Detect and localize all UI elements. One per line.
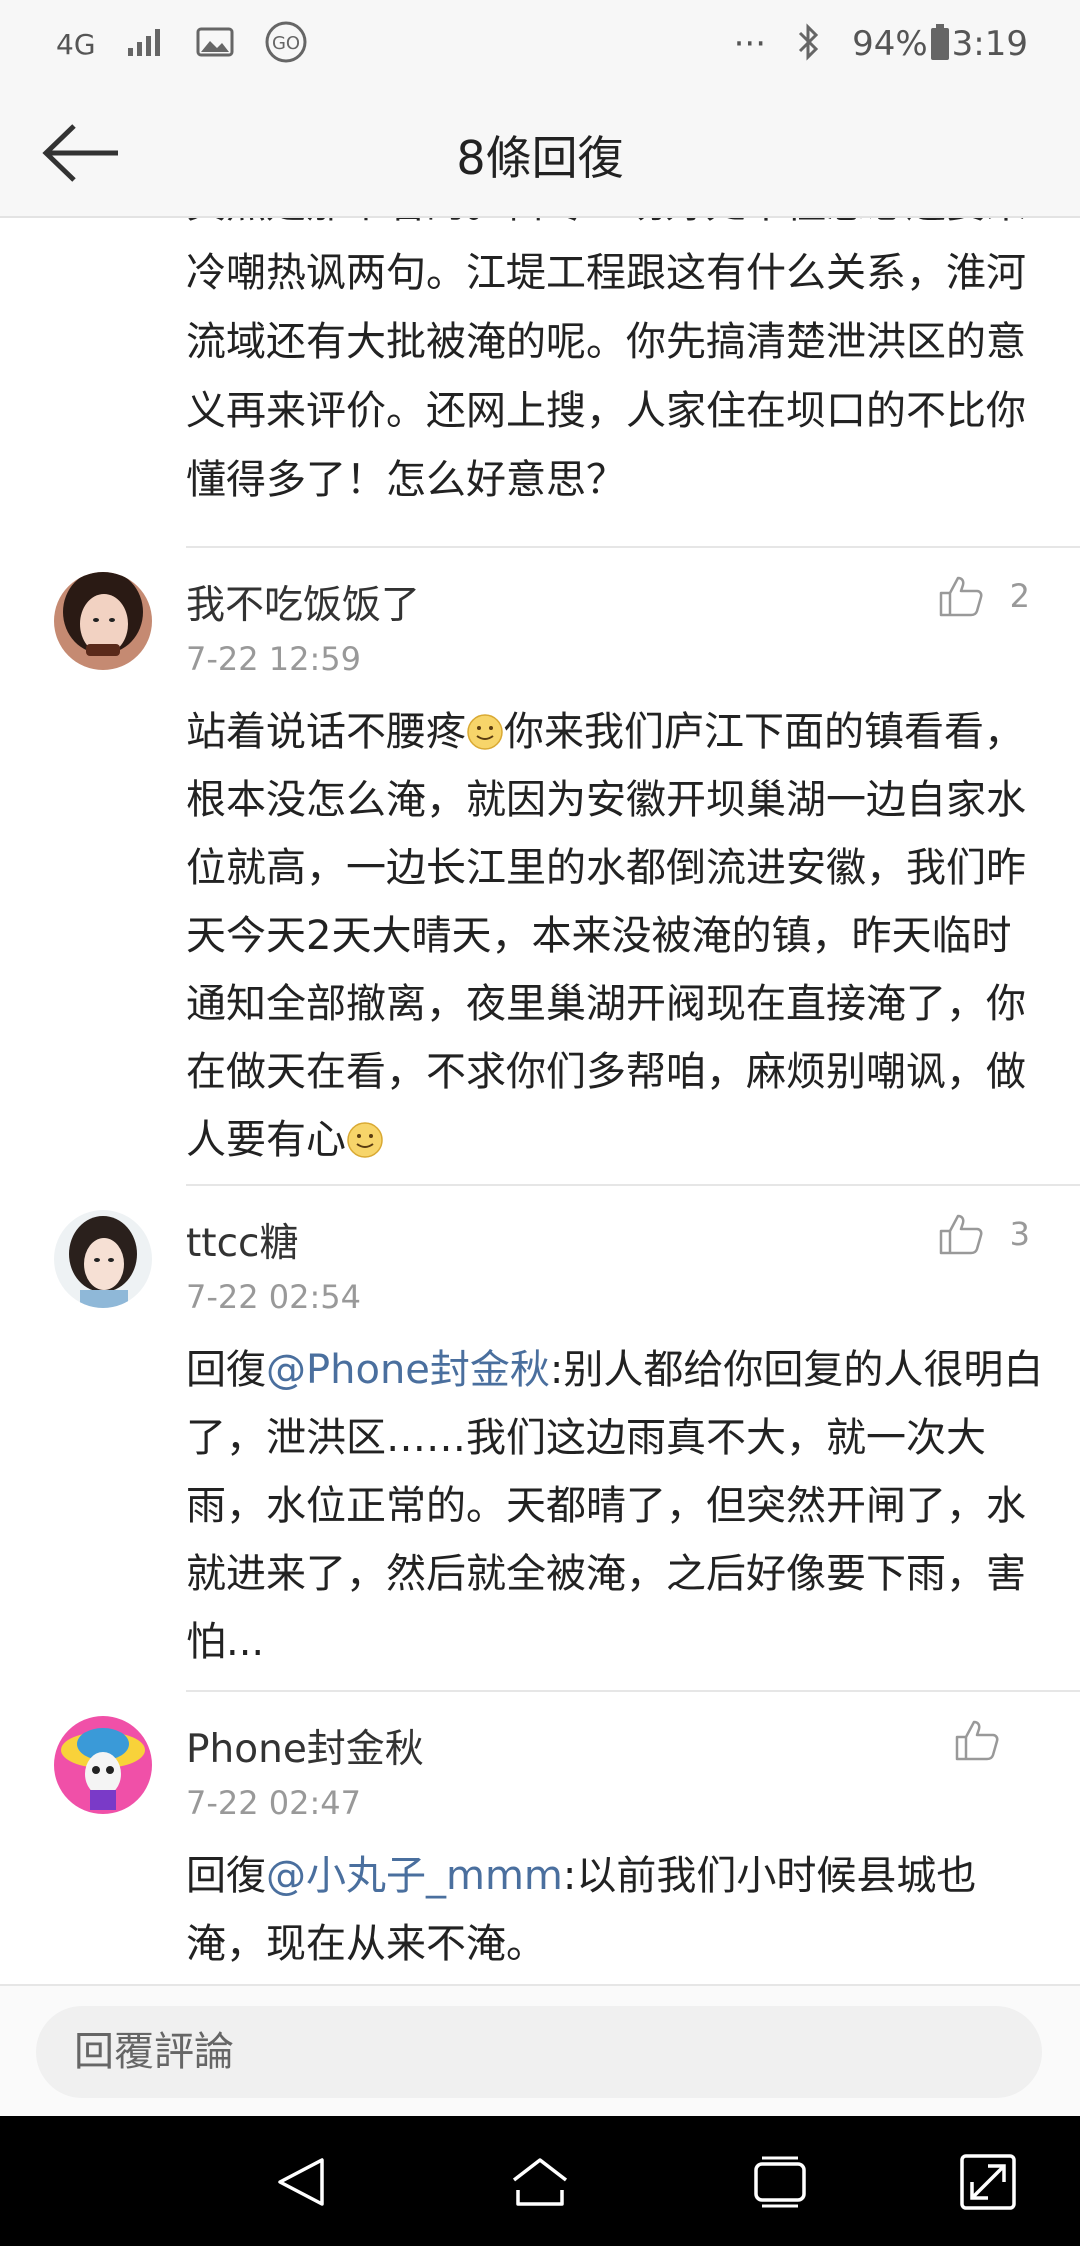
nav-home-button[interactable] bbox=[508, 2150, 572, 2214]
comment-time: 7-22 12:59 bbox=[186, 640, 362, 678]
partial-comment-text: 真然是那个看的。占尽一切好处不懂感恩还要来冷嘲热讽两句。江堤工程跟这有什么关系，… bbox=[186, 218, 1026, 503]
svg-text:GO: GO bbox=[271, 33, 299, 54]
like-button[interactable] bbox=[954, 1718, 1026, 1762]
clock: 3:19 bbox=[951, 24, 1028, 64]
bluetooth-icon bbox=[796, 23, 822, 65]
smiley-icon bbox=[347, 1122, 383, 1158]
nav-back-button[interactable] bbox=[270, 2150, 334, 2214]
like-count: 2 bbox=[1009, 577, 1030, 615]
nav-recents-button[interactable] bbox=[748, 2150, 812, 2214]
comment-time: 7-22 02:54 bbox=[186, 1278, 362, 1316]
reply-prefix: 回復 bbox=[186, 1347, 266, 1393]
app-go-icon: GO bbox=[264, 20, 308, 68]
comment-text: 回復@Phone封金秋:别人都给你回复的人很明白了，泄洪区……我们这边雨真不大，… bbox=[186, 1336, 1046, 1676]
comment-text: 站着说话不腰疼 你来我们庐江下面的镇看看，根本没怎么淹，就因为安徽开坝巢湖一边自家… bbox=[186, 698, 1046, 1174]
avatar[interactable] bbox=[54, 1716, 152, 1814]
reply-bar: 回覆評論 bbox=[0, 1984, 1080, 2116]
comment-time: 7-22 02:47 bbox=[186, 1784, 362, 1822]
comment-text-part: 你来我们庐江下面的镇看看，根本没怎么淹，就因为安徽开坝巢湖一边自家水位就高，一边… bbox=[186, 709, 1026, 1163]
more-status: ··· bbox=[733, 24, 767, 64]
comment-text-part: :别人都给你回复的人很明白了，泄洪区……我们这边雨真不大，就一次大雨，水位正常的… bbox=[186, 1347, 1044, 1665]
triangle-back-icon bbox=[278, 2158, 324, 2206]
status-left: 4G GO bbox=[56, 20, 308, 68]
user-mention-link[interactable]: @小丸子_mmm bbox=[266, 1853, 563, 1899]
battery-icon bbox=[930, 23, 950, 65]
thumbs-up-icon bbox=[955, 1720, 999, 1761]
smiley-icon bbox=[467, 714, 503, 750]
recents-icon bbox=[754, 2156, 806, 2208]
gallery-icon bbox=[196, 26, 234, 62]
thumbs-up-icon bbox=[939, 1214, 983, 1255]
comment-text: 回復@小丸子_mmm:以前我们小时候县城也淹，现在从来不淹。 bbox=[186, 1842, 1046, 1978]
comment-item: Phone封金秋 7-22 02:47 回復@小丸子_mmm:以前我们小时候县城… bbox=[0, 1690, 1080, 1984]
divider bbox=[186, 1184, 1080, 1186]
comment-item: 我不吃饭饭了 7-22 12:59 2 站着说话不腰疼 你来我们庐江下面的镇看看，… bbox=[0, 546, 1080, 1163]
avatar[interactable] bbox=[54, 1210, 152, 1308]
reply-input[interactable]: 回覆評論 bbox=[36, 2006, 1042, 2098]
comment-username[interactable]: ttcc糖 bbox=[186, 1212, 298, 1268]
status-bar: 4G GO ··· 94% 3:19 bbox=[0, 0, 1080, 88]
user-mention-link[interactable]: @Phone封金秋 bbox=[266, 1347, 550, 1393]
page-title: 8條回復 bbox=[456, 131, 624, 185]
like-count: 3 bbox=[1009, 1215, 1030, 1253]
divider bbox=[186, 1690, 1080, 1692]
header: 8條回復 bbox=[0, 88, 1080, 218]
like-button[interactable]: 3 bbox=[938, 1212, 1030, 1256]
like-button[interactable]: 2 bbox=[938, 574, 1030, 618]
expand-icon bbox=[960, 2154, 1016, 2210]
signal-icon bbox=[126, 26, 166, 62]
status-right: ··· 94% 3:19 bbox=[734, 23, 1028, 65]
comment-username[interactable]: Phone封金秋 bbox=[186, 1718, 424, 1774]
comment-username[interactable]: 我不吃饭饭了 bbox=[186, 574, 420, 630]
divider bbox=[186, 546, 1080, 548]
home-icon bbox=[512, 2158, 568, 2206]
navigation-bar bbox=[0, 2116, 1080, 2246]
thumbs-up-icon bbox=[939, 576, 983, 617]
reply-prefix: 回復 bbox=[186, 1853, 266, 1899]
network-type: 4G bbox=[56, 27, 96, 61]
battery-percent: 94% bbox=[852, 24, 928, 64]
comment-text-part: 站着说话不腰疼 bbox=[186, 709, 466, 755]
comment-list[interactable]: 真然是那个看的。占尽一切好处不懂感恩还要来冷嘲热讽两句。江堤工程跟这有什么关系，… bbox=[0, 218, 1080, 1984]
nav-expand-button[interactable] bbox=[956, 2150, 1020, 2214]
avatar[interactable] bbox=[54, 572, 152, 670]
comment-item: ttcc糖 7-22 02:54 3 回復@Phone封金秋:别人都给你回复的人… bbox=[0, 1184, 1080, 1665]
